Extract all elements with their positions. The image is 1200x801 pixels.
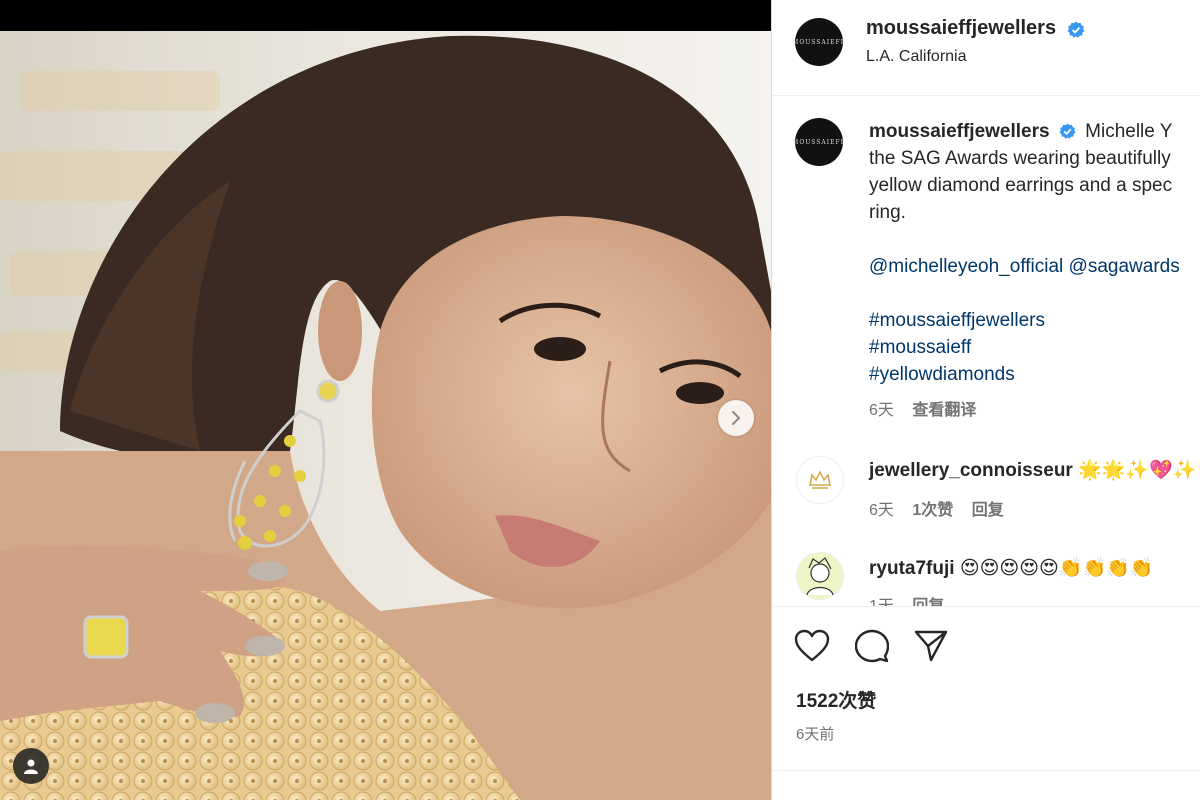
photo-image [0,31,771,800]
post-header: MOUSSAIEFF moussaieffjewellers L.A. Cali… [772,0,1200,96]
avatar-logo-text: MOUSSAIEFF [792,38,846,46]
caption-line-4: ring. [869,202,906,223]
caption-avatar[interactable]: MOUSSAIEFF [792,118,846,166]
post-detail-panel: MOUSSAIEFF moussaieffjewellers L.A. Cali… [771,0,1200,800]
share-button[interactable] [914,629,948,668]
avatar[interactable]: MOUSSAIEFF [792,18,846,66]
chevron-right-icon [732,411,741,425]
comment-text: 🌟🌟✨💖✨ [1078,460,1197,481]
comment-reply-button[interactable]: 回复 [912,598,944,606]
header-username[interactable]: moussaieffjewellers [866,17,1056,39]
heart-icon [794,629,830,662]
avatar-illustration-icon [806,557,834,596]
comment-time[interactable]: 1天 [869,598,894,606]
caption-time[interactable]: 6天 [869,402,894,419]
tagged-users-button[interactable] [13,748,49,784]
caption-mentions[interactable]: @michelleyeoh_official @sagawards [869,253,1200,280]
hashtag-yellowdiamonds[interactable]: #yellowdiamonds [869,361,1200,388]
comment-text: 😍😍😍😍😍👏👏👏👏 [959,558,1154,579]
translate-link[interactable]: 查看翻译 [912,402,976,419]
comment-avatar[interactable] [796,552,844,600]
hashtag-moussaieffjewellers[interactable]: #moussaieffjewellers [869,307,1200,334]
post-location[interactable]: L.A. California [866,48,967,66]
comment-likes[interactable]: 1次赞 [912,502,953,519]
hashtag-moussaieff[interactable]: #moussaieff [869,334,1200,361]
likes-count[interactable]: 1522次赞 [796,686,876,713]
comments-scroll-area[interactable]: MOUSSAIEFF moussaieffjewellers Michelle … [772,96,1200,606]
comment-username[interactable]: ryuta7fuji [869,558,955,579]
comment-reply-button[interactable]: 回复 [972,502,1004,519]
caption-line-2: the SAG Awards wearing beautifully [869,148,1171,169]
comment-icon [854,629,890,663]
crown-icon [809,470,831,489]
comment-time[interactable]: 6天 [869,502,894,519]
next-photo-button[interactable] [718,400,754,436]
caption-username[interactable]: moussaieffjewellers [869,121,1050,142]
caption-line-1: Michelle Y [1085,121,1173,142]
share-icon [914,630,948,662]
caption-line-3: yellow diamond earrings and a spec [869,175,1173,196]
post-time-ago: 6天前 [796,726,835,743]
post-caption: moussaieffjewellers Michelle Y the SAG A… [869,118,1200,424]
like-button[interactable] [794,629,830,668]
caption-avatar-logo-text: MOUSSAIEFF [792,138,846,146]
user-tag-icon [24,759,38,774]
verified-icon [1059,123,1076,140]
post-photo[interactable] [0,0,771,800]
verified-icon [1067,21,1085,38]
comment-button[interactable] [854,629,890,668]
comment-avatar[interactable] [796,456,844,504]
photo-top-bar [0,0,771,31]
divider [772,770,1200,771]
comment-username[interactable]: jewellery_connoisseur [869,460,1073,481]
